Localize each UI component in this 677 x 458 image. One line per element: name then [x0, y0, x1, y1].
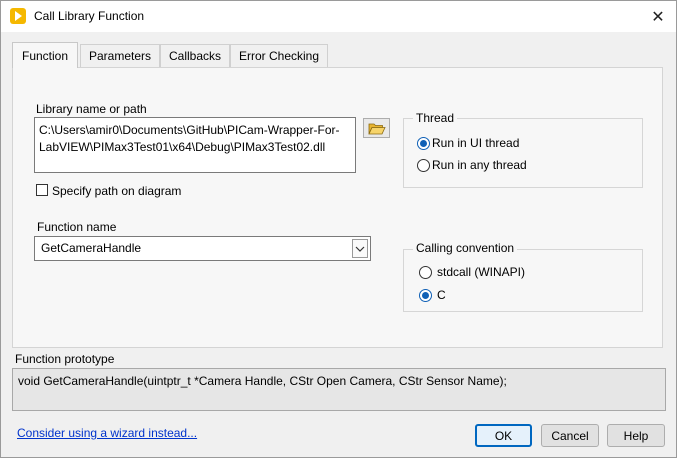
close-icon[interactable]: ✕ [640, 1, 676, 32]
dialog-window: Call Library Function ✕ Function Paramet… [0, 0, 677, 458]
function-prototype-text: void GetCameraHandle(uintptr_t *Camera H… [18, 374, 507, 388]
tab-function[interactable]: Function [12, 42, 78, 68]
c-convention-label: C [437, 288, 446, 302]
function-name-label: Function name [37, 220, 117, 234]
wizard-link[interactable]: Consider using a wizard instead... [17, 426, 197, 440]
calling-convention-group [403, 249, 643, 312]
specify-path-checkbox[interactable] [36, 184, 48, 196]
function-prototype-box: void GetCameraHandle(uintptr_t *Camera H… [12, 368, 666, 411]
tab-parameters-label: Parameters [88, 49, 152, 63]
title-bar: Call Library Function ✕ [1, 1, 676, 32]
run-in-ui-thread-label: Run in UI thread [432, 136, 520, 150]
stdcall-label: stdcall (WINAPI) [437, 265, 526, 279]
help-button[interactable]: Help [607, 424, 665, 447]
tab-error-checking-label: Error Checking [238, 49, 320, 63]
thread-group [403, 118, 643, 188]
radio-stdcall[interactable] [419, 266, 432, 279]
specify-path-label: Specify path on diagram [52, 184, 182, 198]
function-name-value: GetCameraHandle [41, 241, 142, 255]
folder-open-icon [367, 123, 386, 134]
ok-button-label: OK [494, 428, 513, 443]
library-path-line-1: C:\Users\amir0\Documents\GitHub\PICam-Wr… [39, 123, 340, 137]
radio-run-in-ui-thread[interactable] [417, 137, 430, 150]
calling-convention-title: Calling convention [413, 241, 518, 255]
thread-group-title: Thread [413, 111, 458, 125]
chevron-down-icon[interactable] [352, 239, 368, 258]
library-path-label: Library name or path [36, 102, 147, 116]
tab-parameters[interactable]: Parameters [80, 44, 160, 67]
cancel-button-label: Cancel [551, 428, 589, 443]
window-title: Call Library Function [34, 9, 145, 23]
tab-error-checking[interactable]: Error Checking [230, 44, 328, 67]
function-prototype-label: Function prototype [15, 352, 115, 366]
labview-play-icon [10, 8, 26, 24]
radio-run-in-any-thread[interactable] [417, 159, 430, 172]
help-button-label: Help [623, 428, 649, 443]
radio-c-convention[interactable] [419, 289, 432, 302]
cancel-button[interactable]: Cancel [541, 424, 599, 447]
tab-callbacks-label: Callbacks [168, 49, 222, 63]
tab-callbacks[interactable]: Callbacks [160, 44, 230, 67]
run-in-any-thread-label: Run in any thread [432, 158, 527, 172]
library-path-line-2: LabVIEW\PIMax3Test01\x64\Debug\PIMax3Tes… [39, 140, 326, 154]
ok-button[interactable]: OK [475, 424, 532, 447]
function-name-select[interactable]: GetCameraHandle [34, 236, 371, 261]
library-path-input[interactable]: C:\Users\amir0\Documents\GitHub\PICam-Wr… [34, 117, 356, 173]
tab-function-label: Function [21, 48, 69, 63]
browse-button[interactable] [363, 118, 390, 138]
